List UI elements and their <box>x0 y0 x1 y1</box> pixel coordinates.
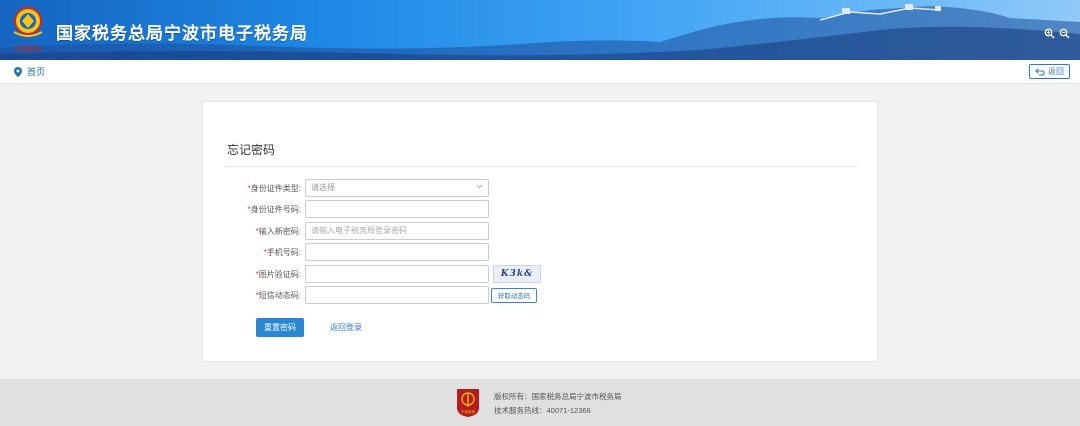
site-title: 国家税务总局宁波市电子税务局 <box>56 24 308 43</box>
sms-code-input[interactable] <box>305 286 489 304</box>
page-title: 忘记密码 <box>227 143 276 157</box>
svg-text:宁波税务: 宁波税务 <box>461 409 476 414</box>
id-type-select[interactable]: 请选择 <box>305 179 489 197</box>
new-password-label: 输入新密码 <box>258 226 299 236</box>
captcha-input[interactable] <box>305 265 489 283</box>
new-password-input[interactable]: 请输入电子税务局登录密码 <box>305 222 489 240</box>
breadcrumb-home[interactable]: 首页 <box>27 65 45 78</box>
id-number-label: 身份证件号码 <box>250 204 299 214</box>
get-sms-code-button[interactable]: 获取动态码 <box>491 287 537 303</box>
zoom-out-icon[interactable] <box>1059 26 1070 39</box>
sms-code-label: 短信动态码 <box>258 290 299 300</box>
id-type-label: 身份证件类型 <box>250 183 299 193</box>
ningbo-tax-logo-icon: 宁波税务 <box>457 389 479 417</box>
breadcrumb[interactable]: 首页 <box>14 65 45 78</box>
return-login-link[interactable]: 返回登录 <box>330 322 362 333</box>
location-pin-icon <box>14 66 22 77</box>
phone-label: 手机号码 <box>266 247 299 257</box>
svg-text:中国税务: 中国税务 <box>14 44 42 53</box>
footer-hotline: 技术服务热线：40071-12366 <box>494 406 591 415</box>
zoom-controls <box>1044 26 1070 39</box>
title-divider <box>225 166 857 167</box>
back-button-label: 返回 <box>1048 67 1064 76</box>
back-arrow-icon <box>1035 68 1045 76</box>
captcha-image[interactable]: K3k& <box>493 265 541 283</box>
footer-copyright: 版权所有：国家税务总局宁波市税务局 <box>494 392 622 401</box>
site-header: 中国税务 国家税务总局宁波市电子税务局 <box>0 0 1080 60</box>
breadcrumb-bar: 首页 返回 <box>0 60 1080 84</box>
id-type-placeholder: 请选择 <box>311 183 335 192</box>
zoom-in-icon[interactable] <box>1044 26 1055 39</box>
chevron-down-icon <box>476 184 483 189</box>
site-footer: 宁波税务 版权所有：国家税务总局宁波市税务局 技术服务热线：40071-1236… <box>0 379 1080 426</box>
tax-emblem-icon: 中国税务 <box>13 7 43 53</box>
reset-password-button[interactable]: 重置密码 <box>256 318 304 337</box>
forgot-password-card: 忘记密码 *身份证件类型: 请选择 *身份证件号码: *输入新密码: 请输入电子… <box>202 101 878 362</box>
captcha-label: 图片验证码 <box>258 269 299 279</box>
id-number-input[interactable] <box>305 200 489 218</box>
phone-input[interactable] <box>305 243 489 261</box>
back-button[interactable]: 返回 <box>1029 64 1070 79</box>
